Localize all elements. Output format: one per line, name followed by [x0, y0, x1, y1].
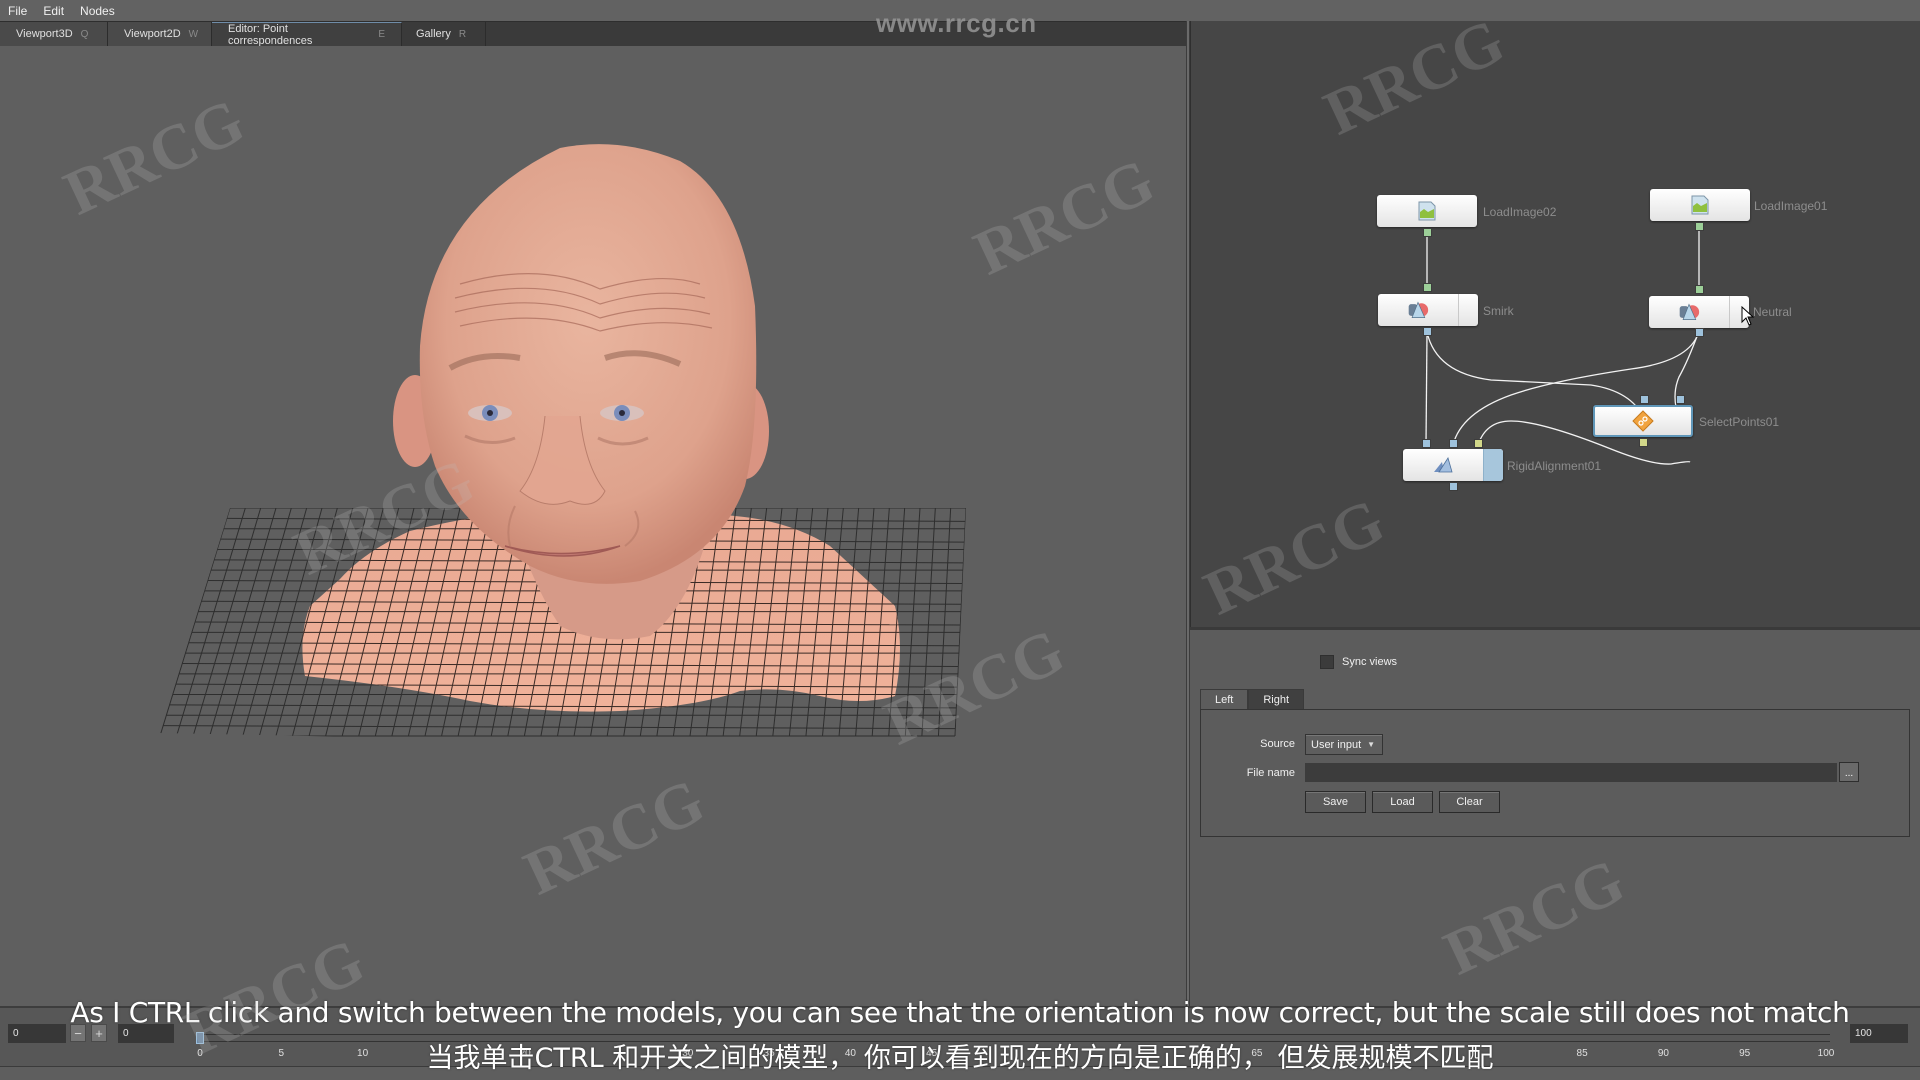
point-correspondence-settings: Sync views Left Right Source User input …: [1190, 627, 1920, 1006]
tab-label: Editor: Point correspondences: [228, 22, 313, 47]
tab-label: Gallery: [416, 28, 451, 40]
tab-viewport3d[interactable]: Viewport3D Q: [0, 22, 108, 46]
image-file-icon: [1691, 195, 1709, 215]
port-output[interactable]: [1423, 228, 1432, 237]
source-value: User input: [1311, 738, 1362, 751]
menu-file[interactable]: File: [8, 4, 27, 18]
node-wires: [1425, 225, 1700, 465]
node-graph-editor[interactable]: LoadImage02 LoadImage01 Smirk Neutral Se…: [1190, 21, 1920, 627]
port-input[interactable]: [1676, 395, 1685, 404]
sync-views-row: Sync views: [1320, 655, 1397, 669]
side-tabs: Left Right: [1200, 689, 1305, 709]
viewport-3d[interactable]: [0, 46, 1186, 1006]
app-window: File Edit Nodes Viewport3D Q Viewport2D …: [0, 0, 1920, 1080]
mesh-icon: [1408, 301, 1429, 318]
image-file-icon: [1418, 201, 1436, 221]
tab-point-correspondences[interactable]: Editor: Point correspondences E: [212, 22, 402, 47]
tab-label: Viewport2D: [124, 28, 181, 40]
node-neutral[interactable]: [1649, 296, 1749, 328]
file-name-input[interactable]: [1305, 763, 1837, 782]
viewport-scene: [160, 144, 966, 737]
subtitle-english: As I CTRL click and switch between the m…: [70, 996, 1850, 1029]
port-output[interactable]: [1695, 328, 1704, 337]
port-input[interactable]: [1423, 283, 1432, 292]
node-label-loadimage02: LoadImage02: [1483, 205, 1557, 219]
tab-gallery[interactable]: Gallery R: [402, 22, 486, 46]
node-smirk[interactable]: [1378, 294, 1478, 326]
node-loadimage02[interactable]: [1377, 195, 1477, 227]
mouse-cursor-icon: [1741, 306, 1755, 326]
select-points-icon: [1632, 410, 1654, 432]
menu-edit[interactable]: Edit: [43, 4, 64, 18]
chevron-down-icon: ▼: [1367, 740, 1376, 749]
tab-hotkey: W: [188, 28, 199, 40]
tab-right[interactable]: Right: [1248, 689, 1305, 709]
rigid-alignment-icon: [1434, 457, 1453, 473]
source-label: Source: [1260, 738, 1295, 750]
node-label-selectpoints01: SelectPoints01: [1699, 415, 1780, 429]
port-input[interactable]: [1695, 285, 1704, 294]
port-input[interactable]: [1474, 439, 1483, 448]
node-side-panel: [1458, 294, 1478, 326]
node-label-smirk: Smirk: [1483, 304, 1514, 318]
side-tab-panel: Source User input ▼ File name ... Save L…: [1200, 709, 1910, 837]
load-button[interactable]: Load: [1372, 791, 1433, 813]
tab-hotkey: Q: [80, 28, 89, 40]
save-button[interactable]: Save: [1305, 791, 1366, 813]
source-dropdown[interactable]: User input ▼: [1305, 734, 1383, 755]
port-output[interactable]: [1449, 482, 1458, 491]
sync-views-label: Sync views: [1342, 656, 1398, 668]
port-input[interactable]: [1422, 439, 1431, 448]
node-loadimage01[interactable]: [1650, 189, 1750, 221]
watermark-url: www.rrcg.cn: [876, 8, 1037, 38]
node-label-loadimage01: LoadImage01: [1754, 199, 1828, 213]
tab-hotkey: E: [378, 29, 385, 40]
file-name-label: File name: [1246, 767, 1295, 779]
browse-button[interactable]: ...: [1839, 762, 1859, 782]
node-side-panel: [1483, 449, 1503, 481]
tab-viewport2d[interactable]: Viewport2D W: [108, 22, 212, 46]
node-label-rigidalignment01: RigidAlignment01: [1507, 459, 1602, 473]
port-output[interactable]: [1423, 327, 1432, 336]
node-selectpoints01[interactable]: [1593, 405, 1693, 437]
menu-nodes[interactable]: Nodes: [80, 4, 115, 18]
port-output[interactable]: [1695, 222, 1704, 231]
node-label-neutral: Neutral: [1753, 305, 1792, 319]
mesh-icon: [1679, 303, 1700, 320]
port-input[interactable]: [1449, 439, 1458, 448]
tab-hotkey: R: [458, 28, 467, 40]
node-rigidalignment01[interactable]: [1403, 449, 1503, 481]
wire-smirk-rigid: [1425, 331, 1428, 446]
clear-button[interactable]: Clear: [1439, 791, 1500, 813]
tab-label: Viewport3D: [16, 28, 73, 40]
port-output[interactable]: [1639, 438, 1648, 447]
port-input[interactable]: [1640, 395, 1649, 404]
sync-views-checkbox[interactable]: [1320, 655, 1334, 669]
subtitle-chinese: 当我单击CTRL 和开关之间的模型， 你可以看到现在的方向是正确的， 但发展规模…: [426, 1043, 1494, 1074]
tab-left[interactable]: Left: [1200, 689, 1249, 709]
head-mesh: [419, 144, 757, 584]
